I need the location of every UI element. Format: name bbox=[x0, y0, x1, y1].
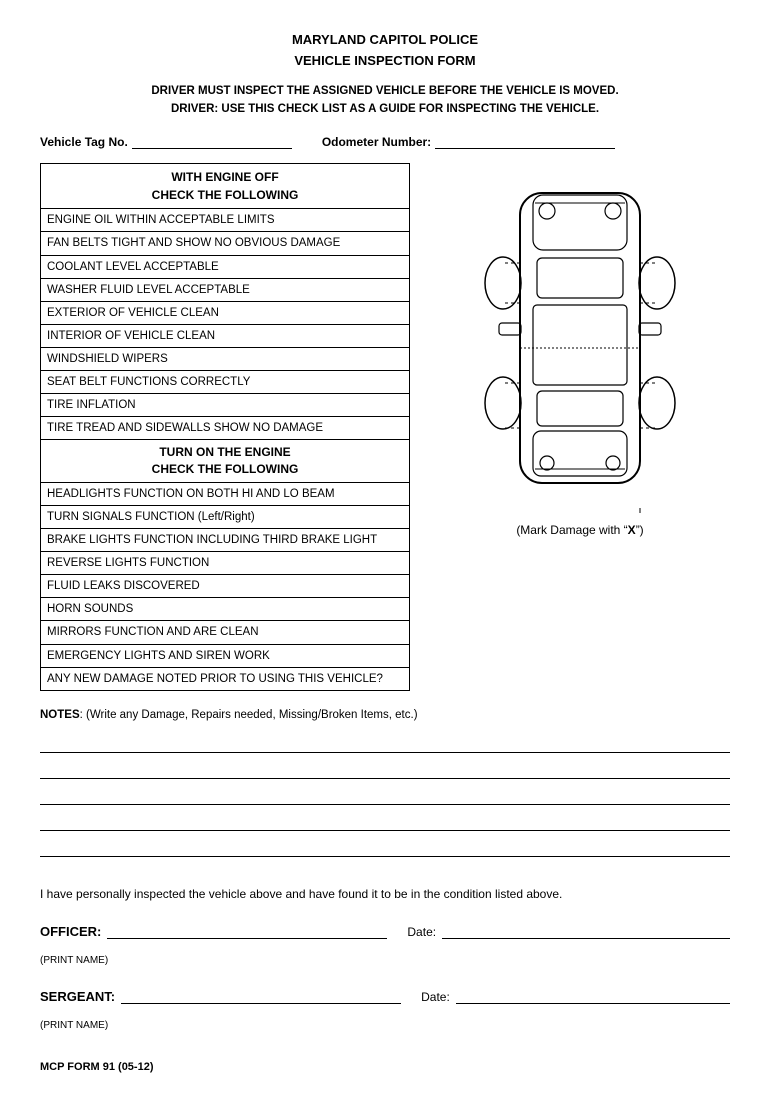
section1-header-line2: CHECK THE FOLLOWING bbox=[47, 186, 403, 204]
check-item-18: EMERGENCY LIGHTS AND SIREN WORK bbox=[41, 645, 409, 668]
check-item-12: TURN SIGNALS FUNCTION (Left/Right) bbox=[41, 506, 409, 529]
check-item-15: FLUID LEAKS DISCOVERED bbox=[41, 575, 409, 598]
check-item-1: ENGINE OIL WITHIN ACCEPTABLE LIMITS bbox=[41, 209, 409, 232]
subtitle-line2: DRIVER: USE THIS CHECK LIST AS A GUIDE F… bbox=[40, 100, 730, 118]
damage-note: (Mark Damage with “X”) bbox=[516, 523, 643, 537]
inspection-statement: I have personally inspected the vehicle … bbox=[40, 887, 730, 901]
notes-line-5[interactable] bbox=[40, 835, 730, 857]
notes-label: NOTES bbox=[40, 709, 80, 721]
section1-header-line1: WITH ENGINE OFF bbox=[47, 168, 403, 186]
officer-signature-field[interactable] bbox=[107, 921, 387, 939]
officer-block: OFFICER: Date: (PRINT NAME) bbox=[40, 921, 730, 966]
section2-header: TURN ON THE ENGINE CHECK THE FOLLOWING bbox=[41, 440, 409, 483]
sergeant-print-name: (PRINT NAME) bbox=[40, 1020, 730, 1031]
form-number: MCP FORM 91 (05-12) bbox=[40, 1061, 154, 1073]
check-item-10: TIRE TREAD AND SIDEWALLS SHOW NO DAMAGE bbox=[41, 417, 409, 440]
notes-line-4[interactable] bbox=[40, 809, 730, 831]
car-diagram-section: (Mark Damage with “X”) bbox=[430, 163, 730, 690]
check-item-17: MIRRORS FUNCTION AND ARE CLEAN bbox=[41, 621, 409, 644]
officer-label: OFFICER: bbox=[40, 924, 101, 939]
header-line1: MARYLAND CAPITOL POLICE bbox=[40, 30, 730, 51]
notes-line-1[interactable] bbox=[40, 731, 730, 753]
sergeant-sig-row: SERGEANT: Date: bbox=[40, 986, 730, 1004]
check-item-13: BRAKE LIGHTS FUNCTION INCLUDING THIRD BR… bbox=[41, 529, 409, 552]
sergeant-block: SERGEANT: Date: (PRINT NAME) bbox=[40, 986, 730, 1031]
notes-description: : (Write any Damage, Repairs needed, Mis… bbox=[80, 709, 418, 721]
check-item-16: HORN SOUNDS bbox=[41, 598, 409, 621]
vehicle-info-row: Vehicle Tag No. Odometer Number: bbox=[40, 134, 730, 149]
section2-header-line2: CHECK THE FOLLOWING bbox=[47, 461, 403, 478]
notes-lines bbox=[40, 731, 730, 857]
check-item-8: SEAT BELT FUNCTIONS CORRECTLY bbox=[41, 371, 409, 394]
main-content: WITH ENGINE OFF CHECK THE FOLLOWING ENGI… bbox=[40, 163, 730, 690]
form-footer: MCP FORM 91 (05-12) bbox=[40, 1061, 730, 1073]
check-item-11: HEADLIGHTS FUNCTION ON BOTH HI AND LO BE… bbox=[41, 483, 409, 506]
notes-section: NOTES: (Write any Damage, Repairs needed… bbox=[40, 709, 730, 857]
officer-date-label: Date: bbox=[407, 925, 436, 939]
signature-section: I have personally inspected the vehicle … bbox=[40, 887, 730, 1031]
notes-line-2[interactable] bbox=[40, 757, 730, 779]
checklist-table: WITH ENGINE OFF CHECK THE FOLLOWING ENGI… bbox=[40, 163, 410, 690]
odometer-field[interactable] bbox=[435, 134, 615, 149]
officer-date-field[interactable] bbox=[442, 921, 730, 939]
checklist-header: WITH ENGINE OFF CHECK THE FOLLOWING bbox=[41, 164, 409, 209]
check-item-19: ANY NEW DAMAGE NOTED PRIOR TO USING THIS… bbox=[41, 668, 409, 690]
sergeant-signature-field[interactable] bbox=[121, 986, 401, 1004]
check-item-3: COOLANT LEVEL ACCEPTABLE bbox=[41, 256, 409, 279]
tag-field[interactable] bbox=[132, 134, 292, 149]
officer-sig-row: OFFICER: Date: bbox=[40, 921, 730, 939]
check-item-4: WASHER FLUID LEVEL ACCEPTABLE bbox=[41, 279, 409, 302]
check-item-14: REVERSE LIGHTS FUNCTION bbox=[41, 552, 409, 575]
sergeant-label: SERGEANT: bbox=[40, 989, 115, 1004]
header-line2: VEHICLE INSPECTION FORM bbox=[40, 51, 730, 72]
check-item-5: EXTERIOR OF VEHICLE CLEAN bbox=[41, 302, 409, 325]
tag-label: Vehicle Tag No. bbox=[40, 135, 128, 149]
check-item-7: WINDSHIELD WIPERS bbox=[41, 348, 409, 371]
page-header: MARYLAND CAPITOL POLICE VEHICLE INSPECTI… bbox=[40, 30, 730, 118]
check-item-9: TIRE INFLATION bbox=[41, 394, 409, 417]
car-diagram bbox=[465, 173, 695, 513]
subtitle-line1: DRIVER MUST INSPECT THE ASSIGNED VEHICLE… bbox=[40, 82, 730, 100]
notes-line-3[interactable] bbox=[40, 783, 730, 805]
section2-header-line1: TURN ON THE ENGINE bbox=[47, 444, 403, 461]
odometer-label: Odometer Number: bbox=[322, 135, 431, 149]
check-item-6: INTERIOR OF VEHICLE CLEAN bbox=[41, 325, 409, 348]
sergeant-date-field[interactable] bbox=[456, 986, 730, 1004]
check-item-2: FAN BELTS TIGHT AND SHOW NO OBVIOUS DAMA… bbox=[41, 232, 409, 255]
officer-print-name: (PRINT NAME) bbox=[40, 955, 730, 966]
sergeant-date-label: Date: bbox=[421, 990, 450, 1004]
